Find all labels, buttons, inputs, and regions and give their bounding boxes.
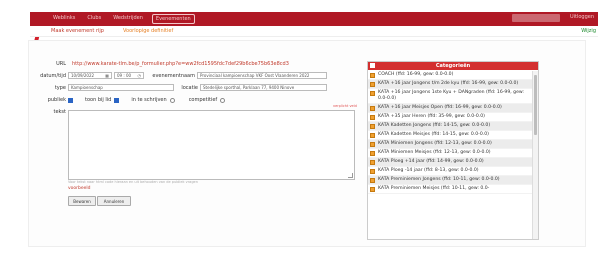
category-label: KATA Miniemen Meisjes (ffd: 12-13, gew: … — [378, 150, 491, 155]
registration-radio[interactable] — [169, 97, 175, 103]
location-value: Stedelijke sporthal, Parklaan 77, 9400 N… — [203, 85, 295, 90]
type-select[interactable]: Kampioenschap — [68, 84, 174, 91]
scrollbar-thumb[interactable] — [534, 75, 537, 135]
event-text-area[interactable] — [68, 110, 355, 180]
category-label: COACH (ffd: 16-99, gew: 0.0-0.0) — [378, 72, 454, 77]
main-nav: Weblinks Clubs Wedstrijden Evenementen — [50, 14, 195, 24]
category-edit-icon[interactable] — [370, 187, 375, 192]
category-edit-icon[interactable] — [370, 124, 375, 129]
clock-icon[interactable]: ◷ — [138, 73, 142, 78]
category-item[interactable]: KATA +16 jaar Jongens 1ste Kyu + DANgrad… — [368, 89, 532, 104]
type-label: type — [54, 85, 66, 91]
category-item[interactable]: KATA Preminiemen Jongens (ffd: 10-11, ge… — [368, 176, 532, 185]
category-item[interactable]: KATA +16 jaar Jongens t/m 2de kyu (ffd: … — [368, 80, 532, 89]
category-edit-icon[interactable] — [370, 115, 375, 120]
category-item[interactable]: KATA Ploeg +14 jaar (ffd: 14-99, gew: 0.… — [368, 158, 532, 167]
category-edit-icon[interactable] — [370, 91, 375, 96]
category-edit-icon[interactable] — [370, 133, 375, 138]
nav-item-clubs[interactable]: Clubs — [84, 14, 104, 24]
category-label: KATA +16 jaar Meisjes Open (ffd: 16-99, … — [378, 105, 502, 110]
category-label: KATA Preminiemen Jongens (ffd: 10-11, ge… — [378, 177, 500, 182]
calendar-icon[interactable]: ▦ — [105, 73, 109, 78]
date-input[interactable]: 10/09/2022 ▦ — [68, 72, 112, 79]
example-link[interactable]: voorbeeld — [68, 186, 91, 191]
time-input[interactable]: 09 : 00 ◷ — [114, 72, 144, 79]
category-item[interactable]: KATA +35 jaar Heren (ffd: 35-99, gew: 0.… — [368, 113, 532, 122]
date-label: datum/tijd — [40, 73, 66, 79]
category-label: KATA Ploeg +14 jaar (ffd: 14-99, gew: 0.… — [378, 159, 484, 164]
top-navigation-bar: Weblinks Clubs Wedstrijden Evenementen U… — [30, 12, 598, 26]
category-label: KATA Ploeg -14 jaar (ffd: 8-13, gew: 0.0… — [378, 168, 479, 173]
url-label: URL — [56, 61, 66, 67]
category-item[interactable]: KATA Miniemen Meisjes (ffd: 12-13, gew: … — [368, 149, 532, 158]
event-url-link[interactable]: http://www.karate-tlm.be/p_formulier.php… — [72, 61, 289, 67]
time-value: 09 : 00 — [117, 73, 132, 78]
category-label: KATA +16 jaar Jongens t/m 2de kyu (ffd: … — [378, 81, 519, 86]
help-text: Voor tekst naar html code hieraan en uit… — [68, 180, 198, 184]
category-edit-icon[interactable] — [370, 142, 375, 147]
show-list-checkbox[interactable] — [114, 97, 120, 103]
category-label: KATA Kadetten Jongens (ffd: 14-15, gew: … — [378, 123, 491, 128]
registration-label: in te schrijven — [131, 97, 167, 103]
category-edit-icon[interactable] — [370, 169, 375, 174]
competitive-radio[interactable] — [220, 97, 226, 103]
user-box[interactable] — [511, 14, 560, 22]
type-value: Kampioenschap — [71, 85, 103, 90]
category-edit-icon[interactable] — [370, 82, 375, 87]
category-label: KATA +35 jaar Heren (ffd: 35-99, gew: 0.… — [378, 114, 485, 119]
provisional-link[interactable]: Voorlopige definitief — [123, 28, 173, 34]
event-name-input[interactable]: Provinciaal kampioenschap VKF Oost Vlaan… — [197, 72, 327, 79]
logout-link[interactable]: Uitloggen — [570, 14, 594, 22]
save-button[interactable]: Bewaren — [68, 196, 96, 206]
sub-navigation-bar: Maak evenement rijp Voorlopige definitie… — [30, 26, 598, 37]
location-label: locatie — [181, 85, 198, 91]
category-item[interactable]: KATA Kadetten Jongens (ffd: 14-15, gew: … — [368, 122, 532, 131]
category-edit-icon[interactable] — [370, 73, 375, 78]
category-item[interactable]: KATA Ploeg -14 jaar (ffd: 8-13, gew: 0.0… — [368, 167, 532, 176]
date-value: 10/09/2022 — [71, 73, 95, 78]
category-label: KATA Miniemen Jongens (ffd: 12-13, gew: … — [378, 141, 492, 146]
category-edit-icon[interactable] — [370, 160, 375, 165]
category-item[interactable]: COACH (ffd: 16-99, gew: 0.0-0.0) — [368, 71, 532, 80]
categories-scrollbar[interactable] — [532, 71, 538, 239]
categories-panel: Categorieën COACH (ffd: 16-99, gew: 0.0-… — [367, 61, 539, 240]
category-item[interactable]: KATA +16 jaar Meisjes Open (ffd: 16-99, … — [368, 104, 532, 113]
public-checkbox[interactable] — [68, 97, 73, 103]
category-edit-icon[interactable] — [370, 151, 375, 156]
category-edit-icon[interactable] — [370, 178, 375, 183]
public-label: publiek — [47, 97, 66, 103]
category-item[interactable]: KATA Preminiemen Meisjes (ffd: 10-11, ge… — [368, 185, 532, 194]
text-label: tekst — [53, 109, 67, 115]
category-label: KATA Preminiemen Meisjes (ffd: 10-11, ge… — [378, 186, 490, 191]
category-edit-icon[interactable] — [370, 106, 375, 111]
categories-list: COACH (ffd: 16-99, gew: 0.0-0.0) KATA +16… — [368, 71, 532, 194]
category-item[interactable]: KATA Miniemen Jongens (ffd: 12-13, gew: … — [368, 140, 532, 149]
top-right-area: Uitloggen — [511, 14, 594, 22]
nav-item-evenementen[interactable]: Evenementen — [151, 14, 195, 24]
location-input[interactable]: Stedelijke sporthal, Parklaan 77, 9400 N… — [200, 84, 327, 91]
categories-header: Categorieën — [368, 62, 538, 70]
flags-row: toon bij lid in te schrijven competitief — [68, 97, 226, 103]
category-item[interactable]: KATA Kadetten Meisjes (ffd: 14-15, gew: … — [368, 131, 532, 140]
event-name-value: Provinciaal kampioenschap VKF Oost Vlaan… — [200, 73, 310, 78]
nav-item-weblinks[interactable]: Weblinks — [50, 14, 78, 24]
event-name-label: evenementnaam — [152, 73, 195, 79]
resize-handle-icon[interactable] — [348, 173, 353, 178]
nav-item-wedstrijden[interactable]: Wedstrijden — [110, 14, 146, 24]
edit-link[interactable]: Wijzig — [581, 28, 596, 34]
select-all-checkbox[interactable] — [370, 63, 375, 68]
competitive-label: competitief — [188, 97, 218, 103]
cancel-button[interactable]: Annuleren — [97, 196, 131, 206]
show-list-label: toon bij lid — [85, 97, 112, 103]
categories-title: Categorieën — [435, 63, 471, 69]
new-event-link[interactable]: Maak evenement rijp — [51, 28, 104, 34]
category-label: KATA Kadetten Meisjes (ffd: 14-15, gew: … — [378, 132, 489, 137]
category-label: KATA +16 jaar Jongens 1ste Kyu + DANgrad… — [378, 90, 524, 101]
required-note: verplicht veld — [333, 104, 357, 108]
